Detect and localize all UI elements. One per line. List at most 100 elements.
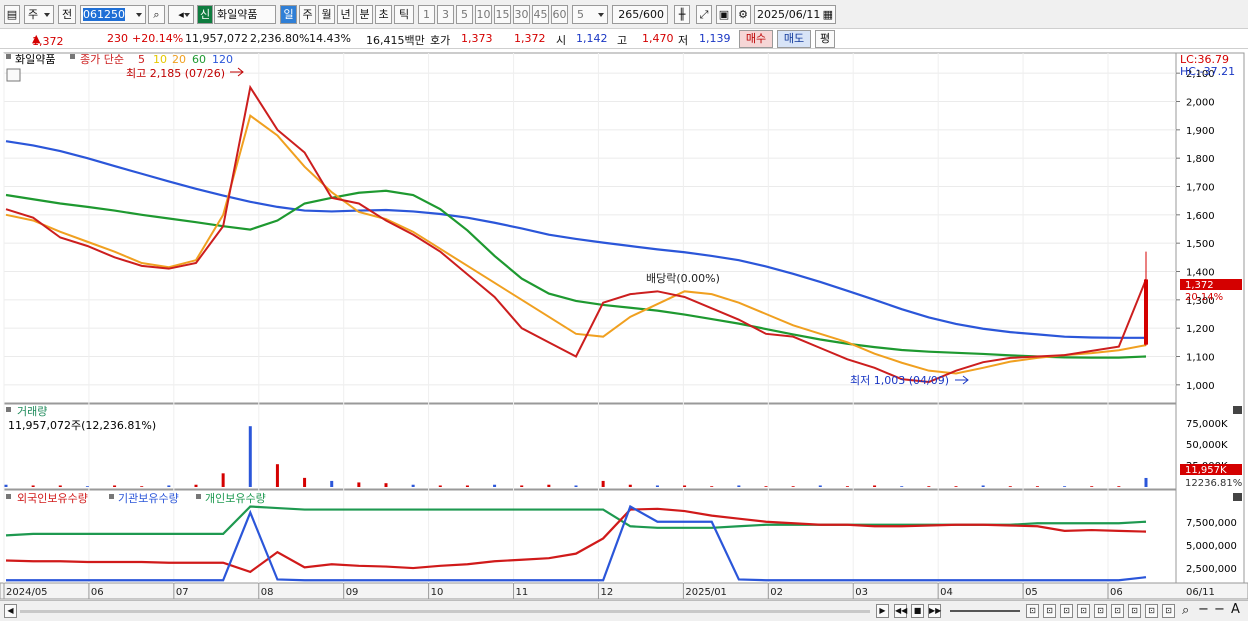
volume-bar — [384, 483, 388, 487]
x-tick-label: 10 — [431, 587, 444, 598]
search-icon[interactable]: ⌕ — [148, 5, 165, 24]
interval-5[interactable]: 5 — [456, 5, 473, 24]
price-panel — [3, 52, 1177, 404]
volume-close-icon[interactable] — [1233, 406, 1242, 414]
candle-type-icon[interactable]: ╫ — [674, 5, 690, 24]
save-icon[interactable]: ▣ — [716, 5, 732, 24]
layout-icon-7[interactable]: ⊡ — [1128, 604, 1141, 618]
bar-count: 265 — [618, 8, 640, 21]
interval-3[interactable]: 3 — [437, 5, 454, 24]
bid-price: 1,372 — [514, 32, 546, 45]
holdings-close-icon[interactable] — [1233, 493, 1242, 501]
zoom-out-icon[interactable]: − — [1198, 602, 1209, 617]
chart-area[interactable]: 2,1002,0001,9001,8001,7001,6001,5001,400… — [0, 49, 1248, 621]
volume-bar — [1090, 486, 1094, 487]
vol-ratio-tag: 12236.81% — [1185, 478, 1242, 489]
table-icon[interactable] — [6, 68, 21, 82]
scroll-track[interactable] — [20, 610, 870, 613]
volume-bar — [710, 486, 714, 487]
tab-tick[interactable]: 틱 — [394, 5, 414, 24]
legend-ma60: 60 — [192, 53, 206, 66]
x-tick-label: 06/11 — [1186, 587, 1215, 598]
volume-bar — [167, 485, 171, 487]
legend-institution: 기관보유수량 — [118, 492, 179, 505]
x-tick-label: 09 — [346, 587, 359, 598]
dividend-note: 배당락(0.00%) — [646, 272, 720, 285]
volume-bar — [845, 486, 849, 487]
x-tick-label: 06 — [91, 587, 104, 598]
volume-bar — [303, 477, 307, 487]
layout-icon-5[interactable]: ⊡ — [1094, 604, 1107, 618]
eval-button[interactable]: 평 — [815, 30, 835, 48]
rewind-icon[interactable]: ◀◀ — [894, 604, 907, 618]
high: 1,470 — [642, 32, 674, 45]
sell-button[interactable]: 매도 — [777, 30, 811, 48]
last-price-tag-text: 1,372 — [1185, 280, 1214, 291]
hold-axis-50: 5,000,000 — [1186, 541, 1237, 552]
x-tick-label: 06 — [1110, 587, 1123, 598]
interval-10[interactable]: 10 — [475, 5, 492, 24]
layout-icon-3[interactable]: ⊡ — [1060, 604, 1073, 618]
volume-bar — [1144, 477, 1148, 487]
legend-ma5: 5 — [138, 53, 145, 66]
tab-month[interactable]: 월 — [318, 5, 335, 24]
forward-icon[interactable]: ▶▶ — [928, 604, 941, 618]
interval-30[interactable]: 30 — [513, 5, 530, 24]
volume-bar — [1008, 486, 1012, 487]
prev-button[interactable]: 전 — [58, 5, 76, 24]
x-tick-label: 2025/01 — [685, 587, 727, 598]
date-input[interactable]: 2025/06/11 ▦ — [754, 5, 836, 24]
calendar-icon[interactable]: ▦ — [823, 6, 833, 23]
volume-title: 거래량 — [17, 405, 47, 418]
volume-bar — [1035, 486, 1039, 487]
layout-icon-1[interactable]: ⊡ — [1026, 604, 1039, 618]
high-label: 고 — [617, 34, 628, 47]
tab-minute[interactable]: 분 — [356, 5, 373, 24]
scroll-left-icon[interactable]: ◀ — [4, 604, 17, 618]
volume-bar — [1063, 486, 1067, 487]
bar-total: /600 — [639, 8, 664, 21]
gear-icon[interactable]: ⚙ — [735, 5, 751, 24]
stock-name: 화일약품 — [214, 5, 276, 24]
tab-week[interactable]: 주 — [299, 5, 316, 24]
interval-15[interactable]: 15 — [494, 5, 511, 24]
x-tick-label: 11 — [516, 587, 529, 598]
stop-icon[interactable]: ■ — [911, 604, 924, 618]
volume-bar — [58, 485, 62, 487]
tab-second[interactable]: 초 — [375, 5, 392, 24]
font-size-icon[interactable]: A — [1231, 602, 1240, 617]
layout-icon-8[interactable]: ⊡ — [1145, 604, 1158, 618]
buy-button[interactable]: 매수 — [739, 30, 773, 48]
interval-45[interactable]: 45 — [532, 5, 549, 24]
layout-icon-2[interactable]: ⊡ — [1043, 604, 1056, 618]
volume-bar — [601, 480, 605, 487]
low: 1,139 — [699, 32, 731, 45]
volume-bar — [194, 484, 198, 487]
volume-bar — [547, 484, 551, 487]
code-input[interactable]: 061250 — [80, 5, 146, 24]
volume-bar — [981, 485, 985, 487]
zoom-search-icon[interactable]: ⌕ — [1182, 603, 1189, 618]
bar-count-input[interactable]: 265/600 — [612, 5, 668, 24]
interval-1[interactable]: 1 — [418, 5, 435, 24]
layout-icon-4[interactable]: ⊡ — [1077, 604, 1090, 618]
interval-60[interactable]: 60 — [551, 5, 568, 24]
draw-tool-icon[interactable]: ⤢ — [696, 5, 712, 24]
volume-bar — [31, 485, 35, 487]
zoom-slider[interactable] — [950, 610, 1020, 612]
interval-select[interactable]: 5 — [572, 5, 608, 24]
tab-day[interactable]: 일 — [280, 5, 297, 24]
layout-icon-9[interactable]: ⊡ — [1162, 604, 1175, 618]
price-value: 1,372 — [32, 35, 64, 48]
x-tick-label: 07 — [176, 587, 189, 598]
low-label: 저 — [678, 34, 689, 47]
window-menu-icon[interactable]: ▤ — [4, 5, 20, 24]
volume-bar — [683, 485, 687, 487]
layout-icon-6[interactable]: ⊡ — [1111, 604, 1124, 618]
hold-axis-75: 7,500,000 — [1186, 518, 1237, 529]
sound-icon[interactable]: ◂ — [168, 5, 194, 24]
scroll-right-icon[interactable]: ▶ — [876, 604, 889, 618]
tab-year[interactable]: 년 — [337, 5, 354, 24]
period-select[interactable]: 주 — [24, 5, 54, 24]
zoom-in-icon[interactable]: − — [1214, 602, 1225, 617]
